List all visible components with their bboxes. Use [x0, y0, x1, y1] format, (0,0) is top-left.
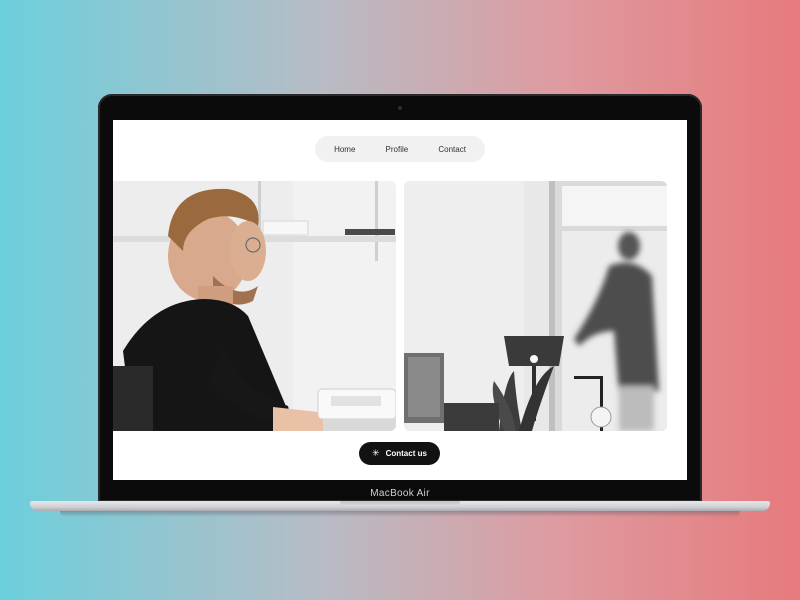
contact-us-label: Contact us	[385, 449, 427, 458]
hero-photo-office	[404, 181, 667, 431]
nav-link-contact[interactable]: Contact	[438, 145, 466, 154]
website-screen: Home Profile Contact ✳ Contact us	[113, 120, 687, 480]
nav-link-profile[interactable]: Profile	[386, 145, 409, 154]
hero-photo-man-at-desk	[113, 181, 396, 431]
camera-icon	[398, 106, 402, 110]
laptop-mockup: Home Profile Contact ✳ Contact us MacBoo…	[0, 0, 800, 600]
man-at-desk-illustration	[113, 181, 396, 431]
office-illustration	[404, 181, 667, 431]
laptop-shadow	[60, 511, 740, 517]
laptop-base-notch	[340, 501, 460, 506]
sparkle-icon: ✳	[372, 448, 380, 458]
contact-us-button[interactable]: ✳ Contact us	[359, 442, 440, 465]
device-label: MacBook Air	[370, 488, 430, 499]
nav-link-home[interactable]: Home	[334, 145, 355, 154]
top-nav: Home Profile Contact	[315, 136, 485, 162]
